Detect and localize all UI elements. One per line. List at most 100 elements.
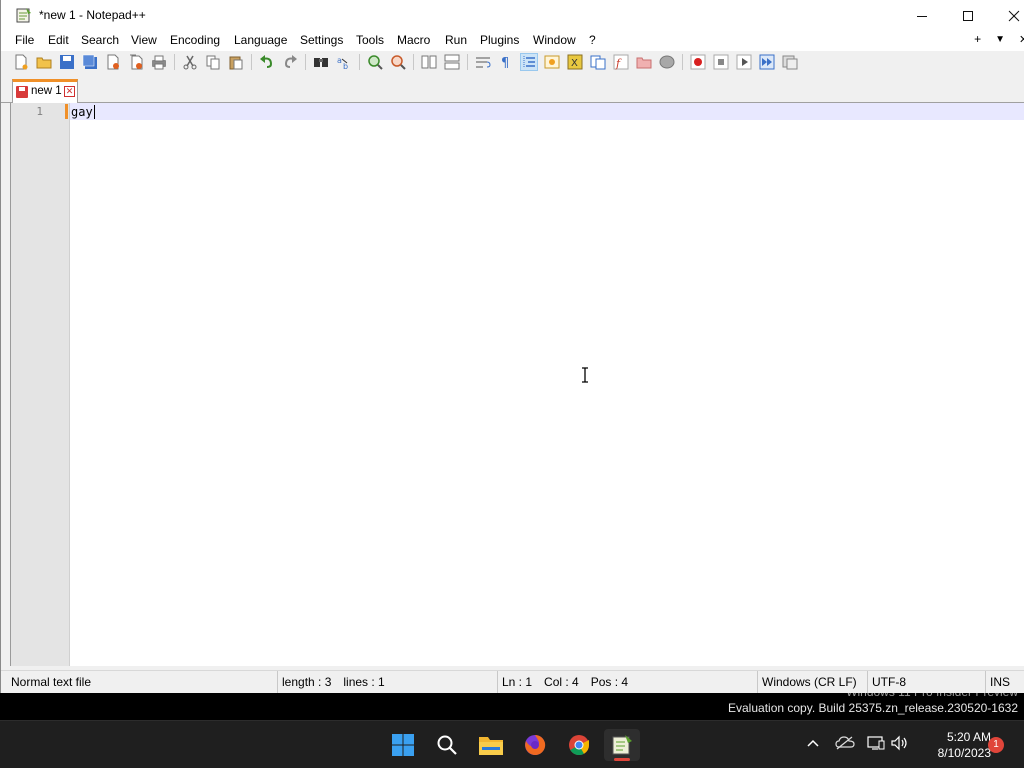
- zoom-out-icon[interactable]: [390, 54, 406, 70]
- save-icon[interactable]: [59, 54, 75, 70]
- minimize-button[interactable]: [899, 0, 945, 31]
- tab-new-1[interactable]: new 1 ✕: [12, 79, 78, 103]
- maximize-icon: [963, 10, 973, 21]
- tab-close-icon[interactable]: ✕: [64, 86, 75, 97]
- find-icon[interactable]: [313, 54, 329, 70]
- svg-text:a: a: [337, 56, 342, 65]
- search-icon: [437, 735, 457, 755]
- maximize-button[interactable]: [945, 0, 991, 31]
- sync-horizontal-icon[interactable]: [444, 54, 460, 70]
- svg-text:b: b: [343, 62, 348, 70]
- copy-icon[interactable]: [205, 54, 221, 70]
- record-macro-icon[interactable]: [690, 54, 706, 70]
- toolbar-separator: [305, 54, 306, 70]
- close-all-icon[interactable]: [128, 54, 144, 70]
- start-button[interactable]: [385, 729, 421, 761]
- onedrive-icon[interactable]: [835, 735, 855, 755]
- add-tab-button[interactable]: +: [974, 32, 981, 46]
- clock-time: 5:20 AM: [946, 730, 991, 744]
- toolbar-separator: [413, 54, 414, 70]
- open-file-icon[interactable]: [36, 54, 52, 70]
- menu-file[interactable]: File: [15, 33, 34, 47]
- search-button[interactable]: [429, 729, 465, 761]
- taskbar-clock[interactable]: 5:20 AM 8/10/2023: [915, 729, 991, 761]
- line-number: 1: [36, 105, 43, 118]
- status-bar: Normal text file length : 3 lines : 1 Ln …: [1, 670, 1024, 693]
- notepadpp-window: *new 1 - Notepad++ File Edit Search View…: [0, 0, 1024, 693]
- status-eol[interactable]: Windows (CR LF): [757, 671, 867, 693]
- text-caret: [94, 105, 95, 119]
- toolbar-separator: [251, 54, 252, 70]
- file-explorer-button[interactable]: [473, 729, 509, 761]
- play-macro-icon[interactable]: [736, 54, 752, 70]
- svg-text:X: X: [571, 58, 578, 69]
- run-macro-multiple-icon[interactable]: [759, 54, 775, 70]
- menu-plugins[interactable]: Plugins: [480, 33, 519, 47]
- menu-encoding[interactable]: Encoding: [170, 33, 220, 47]
- menu-language[interactable]: Language: [234, 33, 287, 47]
- status-insert-mode[interactable]: INS: [985, 671, 1024, 693]
- menu-settings[interactable]: Settings: [300, 33, 343, 47]
- doc-map-icon[interactable]: X: [567, 54, 583, 70]
- menu-tools[interactable]: Tools: [356, 33, 384, 47]
- current-line-highlight: [70, 103, 1024, 120]
- minimize-icon: [917, 15, 927, 17]
- network-icon[interactable]: [866, 735, 886, 755]
- menu-edit[interactable]: Edit: [48, 33, 69, 47]
- word-wrap-icon[interactable]: [475, 54, 491, 70]
- paste-icon[interactable]: [228, 54, 244, 70]
- editor-area[interactable]: 1 gay: [10, 103, 1024, 666]
- tab-bar: new 1 ✕: [1, 73, 1024, 103]
- show-all-chars-icon[interactable]: ¶: [498, 54, 514, 70]
- undo-icon[interactable]: [259, 54, 275, 70]
- menu-help[interactable]: ?: [589, 33, 596, 47]
- notification-badge[interactable]: 1: [988, 737, 1004, 753]
- show-hidden-icons-chevron-icon[interactable]: [803, 735, 823, 755]
- indent-guide-icon[interactable]: [520, 53, 538, 71]
- menu-search[interactable]: Search: [81, 33, 119, 47]
- volume-icon[interactable]: [890, 735, 910, 755]
- status-file-type: Normal text file: [11, 675, 92, 689]
- function-list-icon[interactable]: f: [613, 54, 629, 70]
- window-title: *new 1 - Notepad++: [39, 8, 146, 22]
- menu-run[interactable]: Run: [445, 33, 467, 47]
- toolbar-separator: [682, 54, 683, 70]
- status-lines: lines : 1: [343, 675, 385, 689]
- menu-view[interactable]: View: [131, 33, 157, 47]
- status-position: Ln : 1 Col : 4 Pos : 4: [497, 671, 757, 693]
- user-defined-language-icon[interactable]: [544, 54, 560, 70]
- replace-icon[interactable]: ab: [336, 54, 352, 70]
- print-icon[interactable]: [151, 54, 167, 70]
- taskbar: 5:20 AM 8/10/2023 1: [0, 720, 1024, 768]
- sync-vertical-icon[interactable]: [421, 54, 437, 70]
- close-tab-button[interactable]: ✕: [1019, 32, 1024, 46]
- save-macro-icon[interactable]: [782, 54, 798, 70]
- menu-macro[interactable]: Macro: [397, 33, 430, 47]
- firefox-button[interactable]: [517, 729, 553, 761]
- title-bar[interactable]: *new 1 - Notepad++: [1, 0, 1024, 31]
- menu-window[interactable]: Window: [533, 33, 576, 47]
- toolbar-separator: [467, 54, 468, 70]
- status-ln: Ln : 1: [502, 675, 533, 689]
- zoom-in-icon[interactable]: [367, 54, 383, 70]
- save-all-icon[interactable]: [82, 54, 98, 70]
- redo-icon[interactable]: [282, 54, 298, 70]
- editor-text[interactable]: gay: [71, 105, 93, 119]
- close-file-icon[interactable]: [105, 54, 121, 70]
- stop-recording-icon[interactable]: [713, 54, 729, 70]
- folder-workspace-icon[interactable]: [636, 54, 652, 70]
- clock-date: 8/10/2023: [937, 746, 991, 760]
- active-app-indicator: [614, 758, 630, 761]
- status-encoding[interactable]: UTF-8: [867, 671, 985, 693]
- monitoring-icon[interactable]: [659, 54, 675, 70]
- cut-icon[interactable]: [182, 54, 198, 70]
- doc-list-icon[interactable]: [590, 54, 606, 70]
- new-file-icon[interactable]: [13, 54, 29, 70]
- watermark-build: Evaluation copy. Build 25375.zn_release.…: [728, 701, 1018, 715]
- close-window-button[interactable]: [991, 0, 1024, 31]
- chrome-icon: [569, 735, 590, 756]
- notepadpp-taskbar-button[interactable]: [604, 729, 640, 761]
- status-pos: Pos : 4: [590, 675, 629, 689]
- chrome-button[interactable]: [561, 729, 597, 761]
- tab-list-dropdown[interactable]: ▼: [995, 32, 1005, 46]
